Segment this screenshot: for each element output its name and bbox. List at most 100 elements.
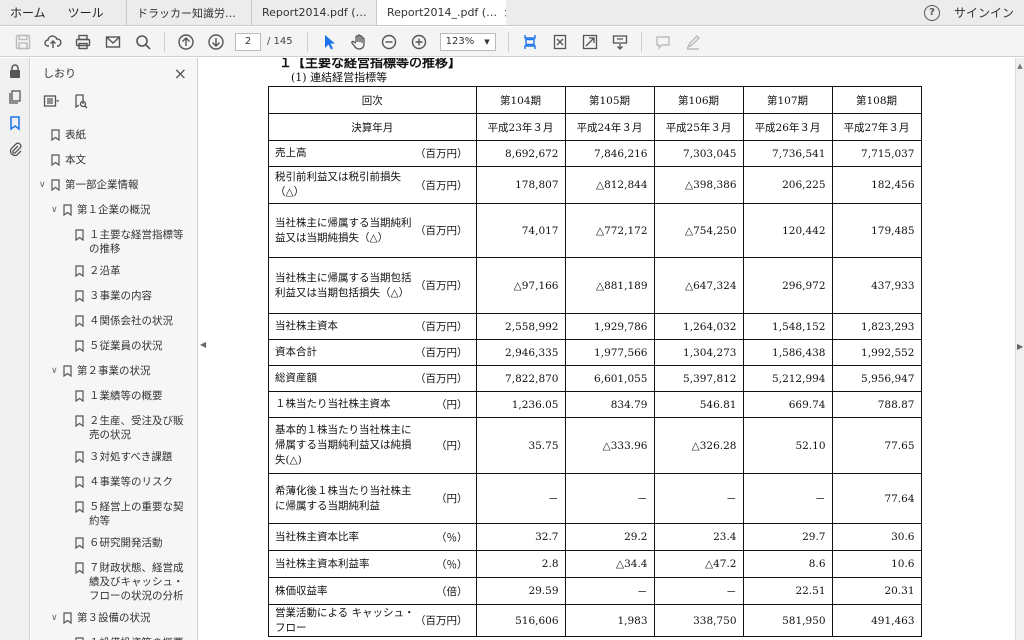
bookmark-item[interactable]: ４関係会社の状況 [31, 310, 191, 335]
pages-icon[interactable] [0, 84, 29, 110]
value-cell: 788.87 [831, 391, 922, 418]
table-row: 基本的１株当たり当社株主に帰属する当期純利益又は純損失(△) （円） 35.75 △3… [268, 417, 922, 474]
tab-doc-1[interactable]: ドラッカー知識労… [126, 0, 251, 25]
search-icon[interactable] [128, 30, 158, 54]
options-menu-icon[interactable] [43, 93, 60, 112]
unit-label: （百万円） [415, 347, 468, 359]
read-mode-icon[interactable] [605, 30, 635, 54]
item-label: 総資産額 [275, 372, 317, 384]
chevron-down-icon[interactable]: ∨ [51, 364, 63, 378]
bookmark-icon[interactable] [0, 110, 29, 136]
bookmark-icon [75, 562, 89, 578]
help-icon[interactable]: ? [923, 4, 940, 21]
paperclip-icon[interactable] [0, 136, 29, 162]
chevron-down-icon[interactable]: ∨ [51, 611, 63, 625]
tab-doc-3[interactable]: Report2014_.pdf (… × [376, 0, 506, 25]
bookmark-item[interactable]: ２沿革 [31, 260, 191, 285]
comment-icon[interactable] [648, 30, 678, 54]
mail-icon[interactable] [98, 30, 128, 54]
bookmark-label: ３対処すべき課題 [89, 451, 173, 463]
bookmark-item[interactable]: ７財政状態、経営成績及びキャッシュ・フローの状況の分析 [31, 557, 191, 607]
bookmark-item[interactable]: １設備投資等の概要 [31, 632, 191, 640]
value-cell: 5,397,812 [653, 365, 744, 392]
print-icon[interactable] [68, 30, 98, 54]
close-panel-icon[interactable]: × [174, 64, 187, 83]
cloud-upload-icon[interactable] [38, 30, 68, 54]
bookmark-icon [51, 154, 65, 170]
bookmark-search-icon[interactable] [73, 93, 89, 112]
chevron-down-icon[interactable]: ∨ [39, 178, 51, 192]
scroll-up-icon[interactable]: ▲ [1016, 62, 1024, 70]
item-cell: 当社株主資本利益率 （％） [268, 550, 477, 578]
table-row: 株価収益率 （倍） 29.59 －－ 22.51 20.31 [268, 577, 922, 605]
bookmark-item[interactable]: ∨ 第３設備の状況 [31, 607, 191, 632]
item-label: 税引前利益又は税引前損失（△） [275, 171, 401, 198]
bookmark-item[interactable]: ３事業の内容 [31, 285, 191, 310]
section-subheading: (1) 連結経営指標等 [291, 71, 388, 84]
full-screen-icon[interactable] [575, 30, 605, 54]
document-scrollbar[interactable]: ▲ ▶ [1015, 58, 1024, 640]
next-page-icon[interactable] [201, 30, 231, 54]
hand-tool-icon[interactable] [344, 30, 374, 54]
bookmark-item[interactable]: ２生産、受注及び販売の状況 [31, 410, 191, 446]
bookmark-label: ７財政状態、経営成績及びキャッシュ・フローの状況の分析 [89, 562, 184, 602]
table-header-row: 回次 第104期 第105期 第106期 第107期 第108期 [268, 86, 922, 114]
table-row: 資本合計 （百万円） 2,946,335 1,977,566 1,304,273 1,58… [268, 339, 922, 366]
item-label: 当社株主資本比率 [275, 530, 359, 543]
bookmark-item[interactable]: ６研究開発活動 [31, 532, 191, 557]
bookmark-icon [75, 415, 89, 431]
select-cursor-icon[interactable] [314, 30, 344, 54]
bookmark-item[interactable]: ∨ 第２事業の状況 [31, 360, 191, 385]
bookmark-item[interactable]: １業績等の概要 [31, 385, 191, 410]
value-cell: 296,972 [742, 257, 833, 314]
lock-icon[interactable] [0, 58, 29, 84]
collapse-panel-icon[interactable]: ◀ [200, 340, 206, 349]
value-cell: 7,822,870 [475, 365, 566, 392]
bookmark-item[interactable]: ５経営上の重要な契約等 [31, 496, 191, 532]
bookmark-item[interactable]: 本文 [31, 149, 191, 174]
bookmark-item[interactable]: ∨ 第一部企業情報 [31, 174, 191, 199]
bookmark-label: １主要な経営指標等の推移 [89, 229, 184, 255]
bookmark-icon [51, 129, 65, 145]
bookmark-label: 第３設備の状況 [77, 612, 151, 624]
value-cell: 2,558,992 [475, 313, 566, 340]
zoom-out-icon[interactable] [374, 30, 404, 54]
tab-doc-2[interactable]: Report2014.pdf (… [251, 0, 376, 25]
bookmark-icon [75, 537, 89, 553]
bookmark-item[interactable]: ４事業等のリスク [31, 471, 191, 496]
value-cell: △881,189 [564, 257, 655, 314]
close-tab-icon[interactable]: × [503, 6, 506, 20]
item-label: 希薄化後１株当たり当社株主に帰属する当期純利益 [275, 484, 412, 512]
table-row: 当社株主資本 （百万円） 2,558,992 1,929,786 1,264,032 1,… [268, 313, 922, 340]
toolbar-divider [507, 31, 509, 52]
value-cell: 29.7 [742, 523, 833, 551]
chevron-down-icon[interactable]: ∨ [51, 203, 63, 217]
menu-home[interactable]: ホーム [10, 4, 46, 21]
menu-tools[interactable]: ツール [68, 4, 104, 21]
bookmark-item[interactable]: ５従業員の状況 [31, 335, 191, 360]
table-row: 税引前利益又は税引前損失（△） （百万円） 178,807 △812,844 △398,… [268, 166, 922, 204]
page-number-input[interactable]: 2 [235, 32, 261, 51]
bookmark-item[interactable]: ∨ 第１企業の概況 [31, 199, 191, 224]
previous-page-icon[interactable] [171, 30, 201, 54]
scroll-mode-icon[interactable] [515, 30, 545, 54]
bookmark-item[interactable]: ３対処すべき課題 [31, 446, 191, 471]
value-cell: △34.4 [564, 550, 655, 578]
expand-right-icon[interactable]: ▶ [1017, 342, 1023, 351]
zoom-select[interactable]: 123% ▼ [439, 32, 496, 51]
zoom-in-icon[interactable] [404, 30, 434, 54]
save-icon[interactable] [8, 30, 38, 54]
value-cell: 206,225 [742, 166, 833, 204]
bookmark-item[interactable]: 表紙 [31, 124, 191, 149]
bookmark-item[interactable]: １主要な経営指標等の推移 [31, 224, 191, 260]
value-cell: 8.6 [742, 550, 833, 578]
unit-label: （円） [436, 493, 468, 505]
fit-page-icon[interactable] [545, 30, 575, 54]
value-cell: 5,956,947 [831, 365, 922, 392]
unit-label: （百万円） [415, 615, 468, 627]
signin-link[interactable]: サインイン [954, 4, 1014, 21]
highlight-pen-icon[interactable] [678, 30, 708, 54]
table-row: 当社株主資本利益率 （％） 2.8 △34.4 △47.2 8.6 10.6 [268, 550, 922, 578]
header-label: 回次 [268, 86, 477, 114]
item-label: 資本合計 [275, 346, 317, 358]
